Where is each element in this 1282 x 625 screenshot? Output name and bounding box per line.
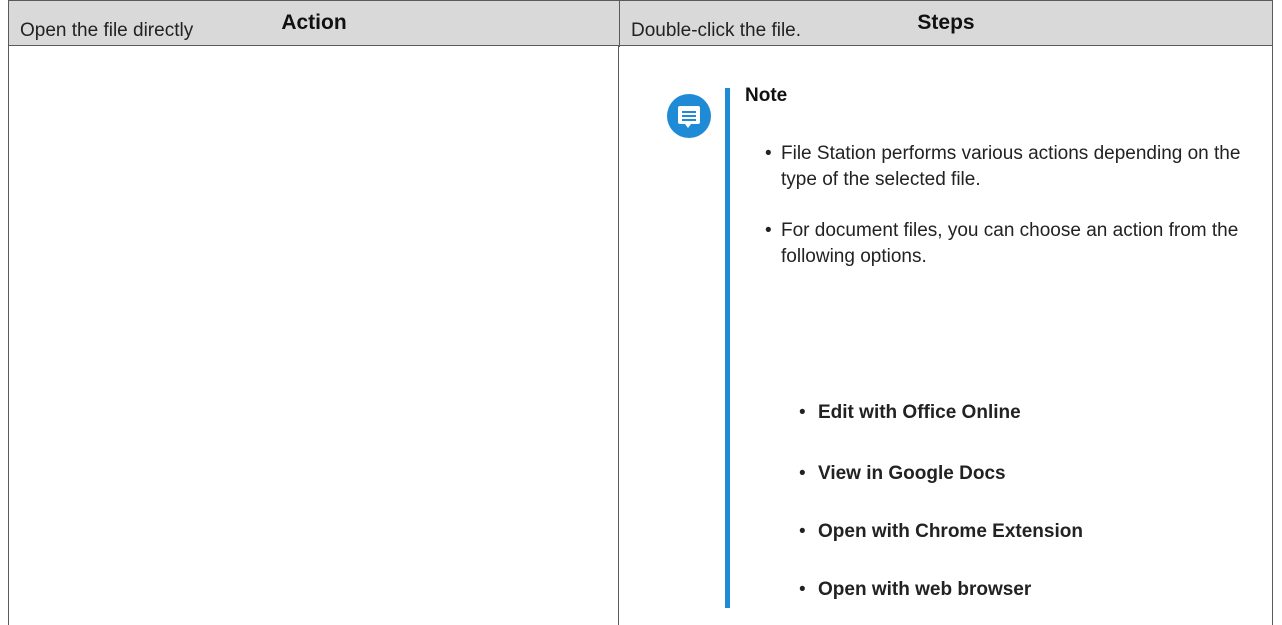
- info-table: Action Steps Open the file directly Doub…: [8, 0, 1273, 625]
- option-web-browser: Open with web browser: [818, 579, 1032, 600]
- note-item-text: File Station performs various actions de…: [781, 143, 1241, 190]
- note-item: • File Station performs various actions …: [763, 141, 1243, 193]
- option-item: • View in Google Docs: [799, 463, 1006, 484]
- steps-cell-text: Double-click the file.: [631, 20, 802, 41]
- bullet: •: [765, 220, 772, 241]
- column-divider: [618, 45, 619, 625]
- note-item: • For document files, you can choose an …: [763, 218, 1243, 270]
- option-item: • Edit with Office Online: [799, 402, 1021, 423]
- option-edit-office-online: Edit with Office Online: [818, 402, 1021, 423]
- option-chrome-extension: Open with Chrome Extension: [818, 521, 1083, 542]
- option-view-google-docs: View in Google Docs: [818, 463, 1006, 484]
- bullet: •: [765, 143, 772, 164]
- table-row: [8, 45, 1273, 625]
- note-item-text: For document files, you can choose an ac…: [781, 220, 1239, 267]
- option-item: • Open with Chrome Extension: [799, 521, 1083, 542]
- action-cell-text: Open the file directly: [20, 20, 194, 41]
- option-item: • Open with web browser: [799, 579, 1032, 600]
- note-accent-bar: [725, 88, 730, 608]
- note-title: Note: [745, 85, 788, 106]
- note-icon: [667, 94, 711, 138]
- note-list: • File Station performs various actions …: [763, 141, 1243, 270]
